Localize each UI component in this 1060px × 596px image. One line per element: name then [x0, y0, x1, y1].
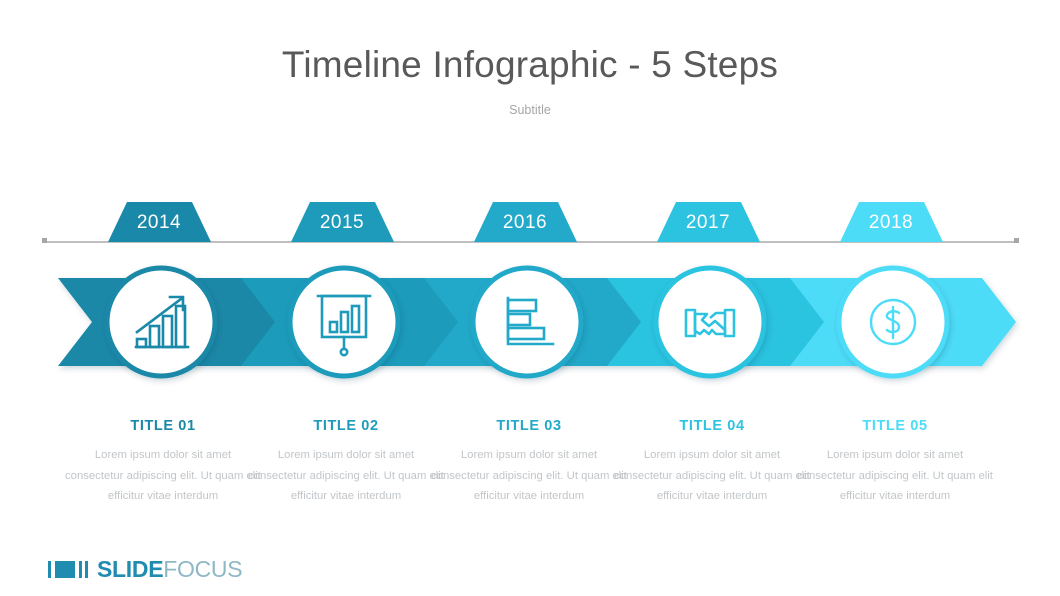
logo-text-focus: FOCUS: [163, 556, 243, 582]
slidefocus-logo: SLIDEFOCUS: [48, 556, 243, 582]
timeline-graphic: [0, 0, 1060, 596]
year-label-5: 2018: [868, 212, 914, 233]
step-text-block-3: TITLE 03 Lorem ipsum dolor sit amet cons…: [431, 418, 627, 507]
step-circle-4: [653, 265, 767, 379]
step-circle-2: [287, 265, 401, 379]
step-body-2: Lorem ipsum dolor sit amet consectetur a…: [248, 449, 444, 502]
step-title-4: TITLE 04: [679, 418, 745, 434]
logo-text-slide: SLIDE: [97, 556, 164, 582]
year-label-4: 2017: [685, 212, 731, 233]
step-title-2: TITLE 02: [313, 418, 379, 434]
step-title-3: TITLE 03: [496, 418, 562, 434]
step-text-block-4: TITLE 04 Lorem ipsum dolor sit amet cons…: [614, 418, 810, 507]
step-body-4: Lorem ipsum dolor sit amet consectetur a…: [614, 449, 810, 502]
step-text-block-5: TITLE 05 Lorem ipsum dolor sit amet cons…: [797, 418, 993, 507]
step-circle-3: [470, 265, 584, 379]
step-text-block-1: TITLE 01 Lorem ipsum dolor sit amet cons…: [65, 418, 261, 507]
step-circle-1: [104, 265, 218, 379]
year-label-1: 2014: [136, 212, 182, 233]
step-title-1: TITLE 01: [130, 418, 196, 434]
year-label-3: 2016: [502, 212, 548, 233]
step-title-5: TITLE 05: [862, 418, 928, 434]
year-label-2: 2015: [319, 212, 365, 233]
step-body-5: Lorem ipsum dolor sit amet consectetur a…: [797, 449, 993, 502]
step-body-1: Lorem ipsum dolor sit amet consectetur a…: [65, 449, 261, 502]
logo-bars-icon: [48, 561, 88, 578]
step-body-3: Lorem ipsum dolor sit amet consectetur a…: [431, 449, 627, 502]
step-text-block-2: TITLE 02 Lorem ipsum dolor sit amet cons…: [248, 418, 444, 507]
